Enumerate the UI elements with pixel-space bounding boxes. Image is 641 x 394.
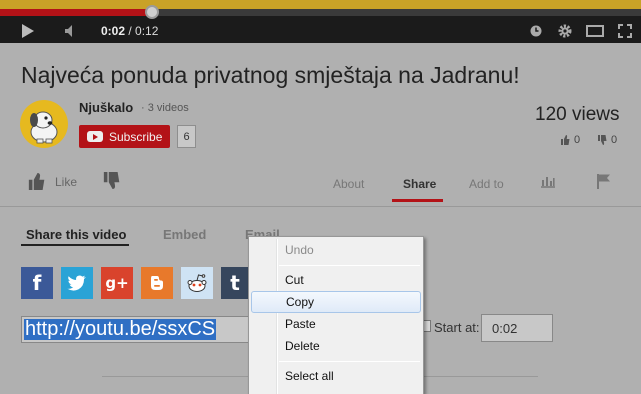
channel-video-count[interactable]: · 3 videos	[141, 102, 189, 114]
thumbs-down-icon	[103, 172, 120, 189]
flag-icon	[597, 174, 610, 189]
time-separator: /	[125, 24, 136, 38]
active-subtab-indicator	[21, 244, 129, 246]
subscribe-button[interactable]: Subscribe	[79, 125, 170, 148]
share-facebook-button[interactable]: f	[21, 267, 53, 299]
subscriber-count: 6	[177, 125, 196, 148]
menu-item-copy[interactable]: Copy	[251, 291, 421, 313]
duration: 0:12	[135, 24, 159, 38]
thumbs-up-icon	[28, 173, 45, 190]
menu-separator	[279, 361, 420, 362]
menu-item-delete[interactable]: Delete	[251, 335, 421, 357]
bar-chart-icon	[541, 177, 555, 188]
menu-item-cut[interactable]: Cut	[251, 269, 421, 291]
google-plus-icon: g+	[105, 274, 129, 292]
like-count: 0	[560, 134, 580, 146]
tumblr-icon: t	[230, 271, 240, 295]
widescreen-icon	[586, 25, 604, 37]
facebook-icon: f	[32, 271, 42, 295]
time-display: 0:02 / 0:12	[101, 22, 161, 40]
menu-item-paste[interactable]: Paste	[251, 313, 421, 335]
gear-icon	[558, 24, 572, 38]
share-reddit-button[interactable]	[181, 267, 213, 299]
section-divider	[0, 206, 641, 207]
settings-button[interactable]	[555, 22, 575, 40]
menu-item-select-all[interactable]: Select all	[251, 365, 421, 387]
tab-report[interactable]	[597, 173, 611, 192]
video-player-controls: 0:02 / 0:12	[0, 0, 641, 43]
share-tumblr-button[interactable]: t	[221, 267, 249, 299]
menu-separator	[279, 265, 420, 266]
progress-bar-played	[0, 9, 152, 16]
dislike-count: 0	[597, 134, 617, 146]
share-google-plus-button[interactable]: g+	[101, 267, 133, 299]
subtab-share-this-video[interactable]: Share this video	[26, 227, 126, 242]
dog-mascot-icon	[30, 111, 58, 144]
youtube-logo-icon	[87, 131, 103, 142]
context-menu: Undo Cut Copy Paste Delete Select all	[248, 236, 424, 394]
clock-icon	[530, 25, 542, 37]
play-icon	[22, 24, 34, 38]
menu-item-undo[interactable]: Undo	[251, 239, 421, 261]
tab-statistics[interactable]	[540, 174, 556, 191]
blogger-icon	[151, 276, 163, 290]
like-count-value: 0	[574, 134, 581, 146]
watch-later-button[interactable]	[527, 22, 545, 40]
reddit-icon	[187, 274, 207, 292]
play-button[interactable]	[18, 22, 38, 40]
share-twitter-button[interactable]	[61, 267, 93, 299]
like-label: Like	[55, 174, 78, 189]
video-frame-strip	[0, 0, 641, 9]
subscribe-label: Subscribe	[109, 129, 163, 144]
speaker-icon	[65, 25, 72, 37]
active-tab-indicator	[392, 199, 443, 202]
thumbs-up-icon	[561, 135, 570, 145]
tab-share[interactable]: Share	[403, 177, 436, 191]
share-blogger-button[interactable]	[141, 267, 173, 299]
dislike-button[interactable]	[103, 172, 120, 194]
dislike-count-value: 0	[611, 134, 618, 146]
thumbs-down-icon	[598, 135, 607, 145]
progress-scrubber-handle[interactable]	[145, 5, 159, 19]
channel-name[interactable]: Njuškalo	[79, 100, 133, 115]
video-title: Najveća ponuda privatnog smještaja na Ja…	[21, 62, 520, 88]
tab-add-to[interactable]: Add to	[469, 177, 504, 191]
share-url-field[interactable]: http://youtu.be/ssxCS	[21, 316, 257, 343]
twitter-icon	[67, 275, 86, 291]
fullscreen-button[interactable]	[615, 22, 635, 40]
theater-mode-button[interactable]	[585, 22, 605, 40]
start-at-input[interactable]: 0:02	[481, 314, 553, 342]
like-button[interactable]: Like	[28, 173, 77, 190]
start-at-label: Start at:	[434, 320, 480, 335]
view-count: 120 views	[535, 104, 620, 125]
current-time: 0:02	[101, 24, 126, 38]
tab-about[interactable]: About	[333, 177, 364, 191]
volume-button[interactable]	[60, 22, 82, 40]
share-url-selected-text: http://youtu.be/ssxCS	[24, 318, 217, 340]
subtab-embed[interactable]: Embed	[163, 227, 206, 242]
channel-avatar[interactable]	[20, 100, 68, 148]
fullscreen-icon	[618, 24, 632, 38]
